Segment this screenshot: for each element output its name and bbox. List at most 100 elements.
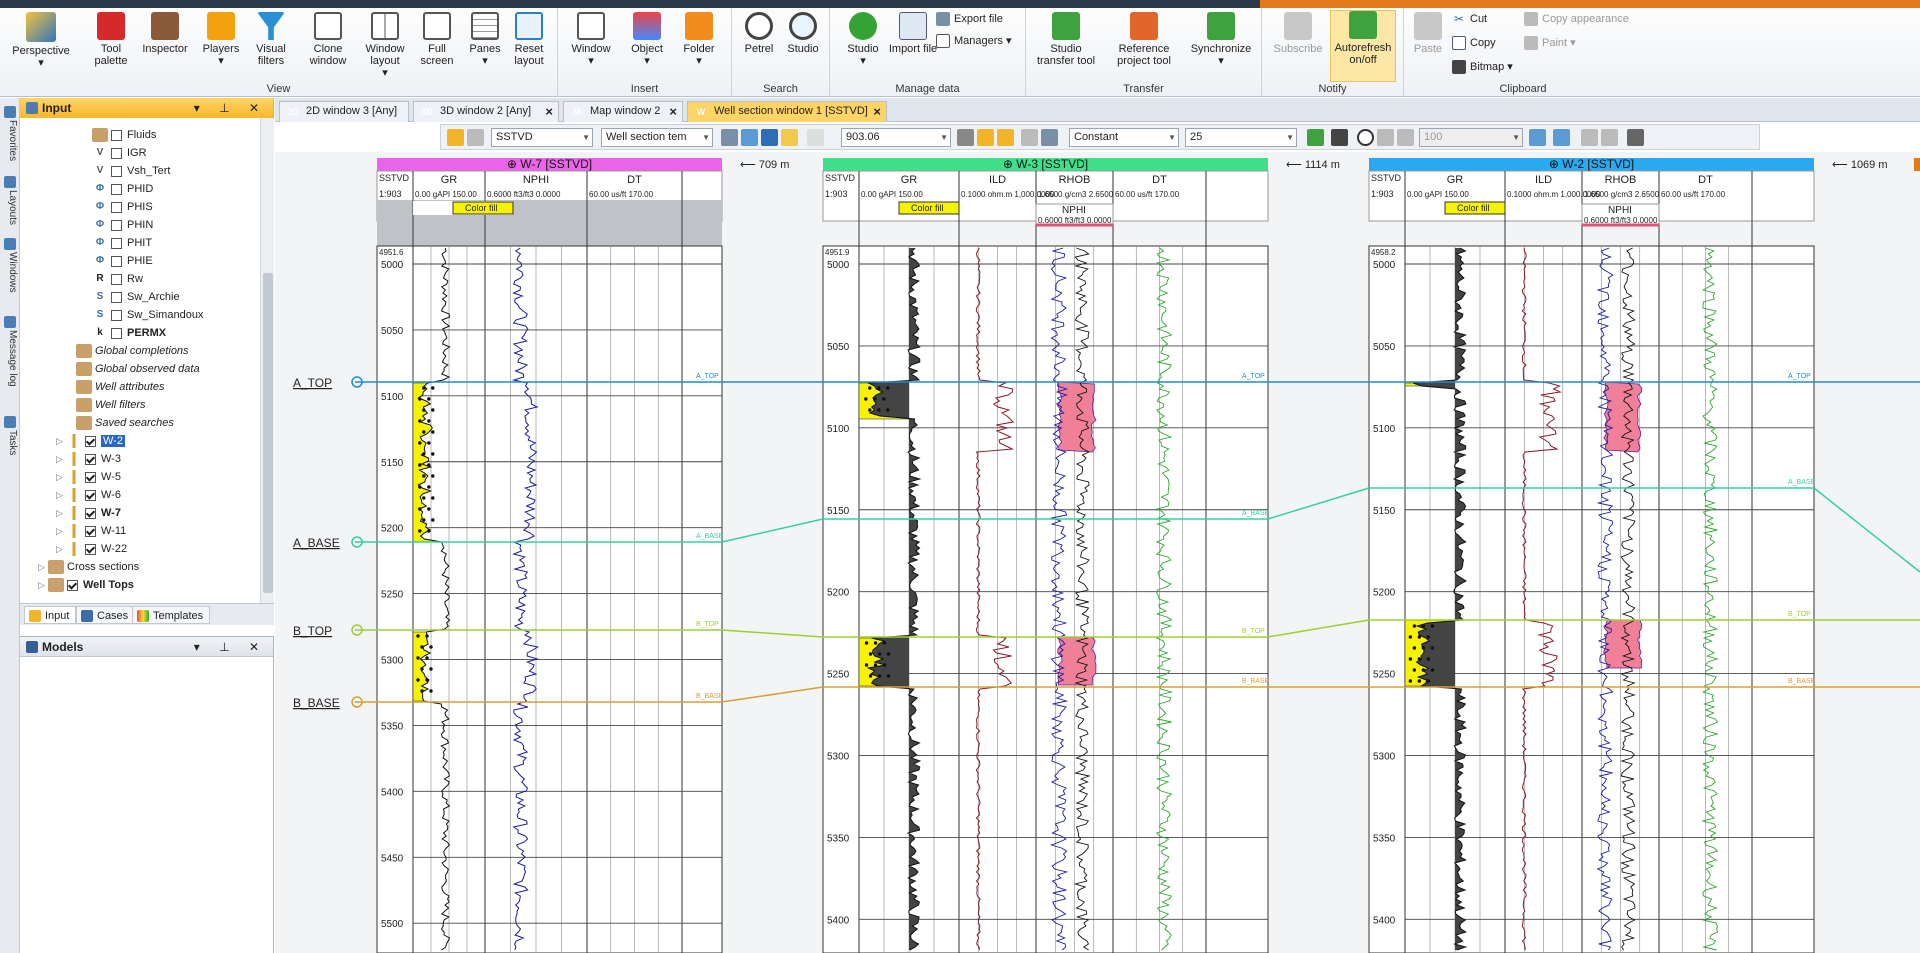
close-icon[interactable]: ×	[873, 102, 881, 121]
tree-item[interactable]: ▷ W-6	[56, 486, 121, 504]
template-select[interactable]: Well section tem ▼	[601, 128, 713, 147]
tree-item-checkbox[interactable]	[111, 291, 122, 303]
tree-item[interactable]: R Rw	[82, 270, 143, 288]
tree-item-checkbox[interactable]	[111, 273, 122, 285]
tree-item[interactable]: ▷ Well Tops	[38, 576, 134, 594]
tree-item[interactable]: Well filters	[66, 396, 146, 414]
side-tab-layouts[interactable]: Layouts	[2, 176, 18, 225]
mode-select[interactable]: Constant ▼	[1069, 128, 1179, 147]
zoom-redo-icon[interactable]	[1397, 129, 1414, 146]
expand-icon[interactable]: ▷	[56, 522, 66, 540]
view-all-icon[interactable]	[1553, 129, 1570, 146]
panes-button[interactable]: Panes ▾	[460, 12, 510, 80]
close-icon[interactable]: ×	[545, 102, 553, 121]
bitmap-button[interactable]: Bitmap ▾	[1450, 58, 1513, 76]
side-tab-tasks[interactable]: Tasks	[2, 416, 18, 456]
tree-item[interactable]: ▷ W-7	[56, 504, 121, 522]
tree-item-checkbox[interactable]	[111, 219, 122, 231]
managers-button[interactable]: Managers ▾	[934, 32, 1012, 50]
tree-item-checkbox[interactable]	[111, 201, 122, 213]
tree-item-checkbox[interactable]	[85, 453, 96, 465]
expand-icon[interactable]: ▷	[56, 486, 66, 504]
tree-item-checkbox[interactable]	[85, 525, 96, 537]
autorefresh-button[interactable]: Autorefresh on/off	[1330, 10, 1396, 82]
tree-item[interactable]: ▷ W-11	[56, 522, 126, 540]
visual-filters-button[interactable]: Visual filters	[246, 12, 296, 80]
window-layout-button[interactable]: Window layout ▾	[360, 12, 410, 80]
tree-item-checkbox[interactable]	[111, 255, 122, 267]
tab-templates[interactable]: Templates	[132, 606, 211, 624]
tree-item[interactable]: V IGR	[82, 144, 147, 162]
studio-button[interactable]: Studio ▾	[838, 12, 888, 80]
studio-transfer-tool-button[interactable]: Studio transfer tool	[1032, 12, 1100, 80]
depth-input[interactable]: 903.06 ▼	[841, 128, 951, 147]
fit-icon[interactable]	[1529, 129, 1546, 146]
tool-palette-button[interactable]: Tool palette	[86, 12, 136, 80]
tree-scrollbar[interactable]	[260, 118, 274, 603]
tree-item-checkbox[interactable]	[85, 489, 96, 501]
select-tool-icon[interactable]	[447, 129, 464, 146]
undo-icon[interactable]	[807, 129, 824, 146]
tree-item[interactable]: S Sw_Simandoux	[82, 306, 204, 324]
tree-item[interactable]: ▷ W-5	[56, 468, 121, 486]
tree-item-checkbox[interactable]	[111, 147, 122, 159]
tree-item[interactable]: V Vsh_Tert	[82, 162, 171, 180]
tree-item-checkbox[interactable]	[111, 165, 122, 177]
side-tab-favorites[interactable]: Favorites	[2, 106, 18, 161]
tree-item-checkbox[interactable]	[111, 129, 122, 141]
panel-controls[interactable]: ▾ ⊥ ✕	[194, 637, 267, 657]
domain-select[interactable]: SSTVD ▼	[491, 128, 593, 147]
copy-button[interactable]: Copy	[1450, 34, 1496, 52]
expand-icon[interactable]: ▷	[38, 558, 48, 576]
tree-item-checkbox[interactable]	[85, 543, 96, 555]
players-button[interactable]: Players ▾	[196, 12, 246, 80]
insert-folder-button[interactable]: Folder ▾	[674, 12, 724, 80]
cut-button[interactable]: ✂ Cut	[1450, 10, 1487, 28]
tree-item-checkbox[interactable]	[85, 507, 96, 519]
paint-button[interactable]: Paint ▾	[1522, 34, 1576, 52]
settings-icon[interactable]	[1021, 129, 1038, 146]
tab-input[interactable]: Input	[24, 606, 77, 624]
lock-icon[interactable]	[957, 129, 974, 146]
pointer-icon[interactable]	[467, 129, 484, 146]
well-section-plot[interactable]: A_TOP A_BASE B_TOP B_BASE ⊕ W-7 [SSTVD] ⟵ 709…	[275, 152, 1920, 953]
search-studio-button[interactable]: Studio	[778, 12, 828, 80]
tree-item[interactable]: k PERMX	[82, 324, 166, 342]
tree-item[interactable]: Saved searches	[66, 414, 174, 432]
tab-map-window[interactable]: M Map window 2 ×	[563, 101, 683, 122]
tree-item[interactable]: ▷ W-3	[56, 450, 121, 468]
camera-icon[interactable]	[1331, 129, 1348, 146]
highlight-icon[interactable]	[781, 129, 798, 146]
export-image-icon[interactable]	[1307, 129, 1324, 146]
perspective-button[interactable]: Perspective ▾	[10, 12, 72, 80]
tree-item-checkbox[interactable]	[85, 471, 96, 483]
expand-icon[interactable]: ▷	[56, 468, 66, 486]
expand-icon[interactable]: ▷	[56, 450, 66, 468]
synchronize-button[interactable]: Synchronize ▾	[1186, 12, 1256, 80]
tree-item[interactable]: Global completions	[66, 342, 189, 360]
tab-3d-window[interactable]: 3D 3D window 2 [Any] ×	[413, 101, 559, 122]
panel-controls[interactable]: ▾ ⊥ ✕	[194, 98, 267, 118]
export-file-button[interactable]: Export file	[934, 10, 1003, 28]
side-tab-message-log[interactable]: Message log	[2, 316, 18, 387]
expand-icon[interactable]: ▷	[56, 540, 66, 558]
tree-item-checkbox[interactable]	[67, 579, 78, 591]
subscribe-button[interactable]: Subscribe	[1270, 12, 1326, 80]
paste-button[interactable]: Paste	[1406, 12, 1450, 80]
tab-cases[interactable]: Cases	[76, 606, 136, 624]
tree-item[interactable]: Φ PHIS	[82, 198, 153, 216]
import-file-button[interactable]: Import file	[888, 12, 938, 80]
tree-item[interactable]: ▷ W-22	[56, 540, 127, 558]
clone-window-button[interactable]: Clone window	[303, 12, 353, 80]
track-icon[interactable]	[721, 129, 738, 146]
tree-item[interactable]: Well attributes	[66, 378, 165, 396]
expand-icon[interactable]: ▷	[38, 576, 48, 594]
tab-2d-window[interactable]: 2D 2D window 3 [Any]	[279, 101, 409, 122]
spacing-input[interactable]: 25 ▼	[1185, 128, 1297, 147]
tree-item[interactable]: ▷ Cross sections	[38, 558, 139, 576]
inspector-button[interactable]: Inspector	[140, 12, 190, 80]
print-icon[interactable]	[1581, 129, 1598, 146]
well-section-canvas[interactable]: A_TOP A_BASE B_TOP B_BASE ⊕ W-7 [SSTVD] ⟵ 709…	[275, 152, 1920, 953]
pin-icon[interactable]	[1627, 129, 1644, 146]
flatten-icon[interactable]	[977, 129, 994, 146]
